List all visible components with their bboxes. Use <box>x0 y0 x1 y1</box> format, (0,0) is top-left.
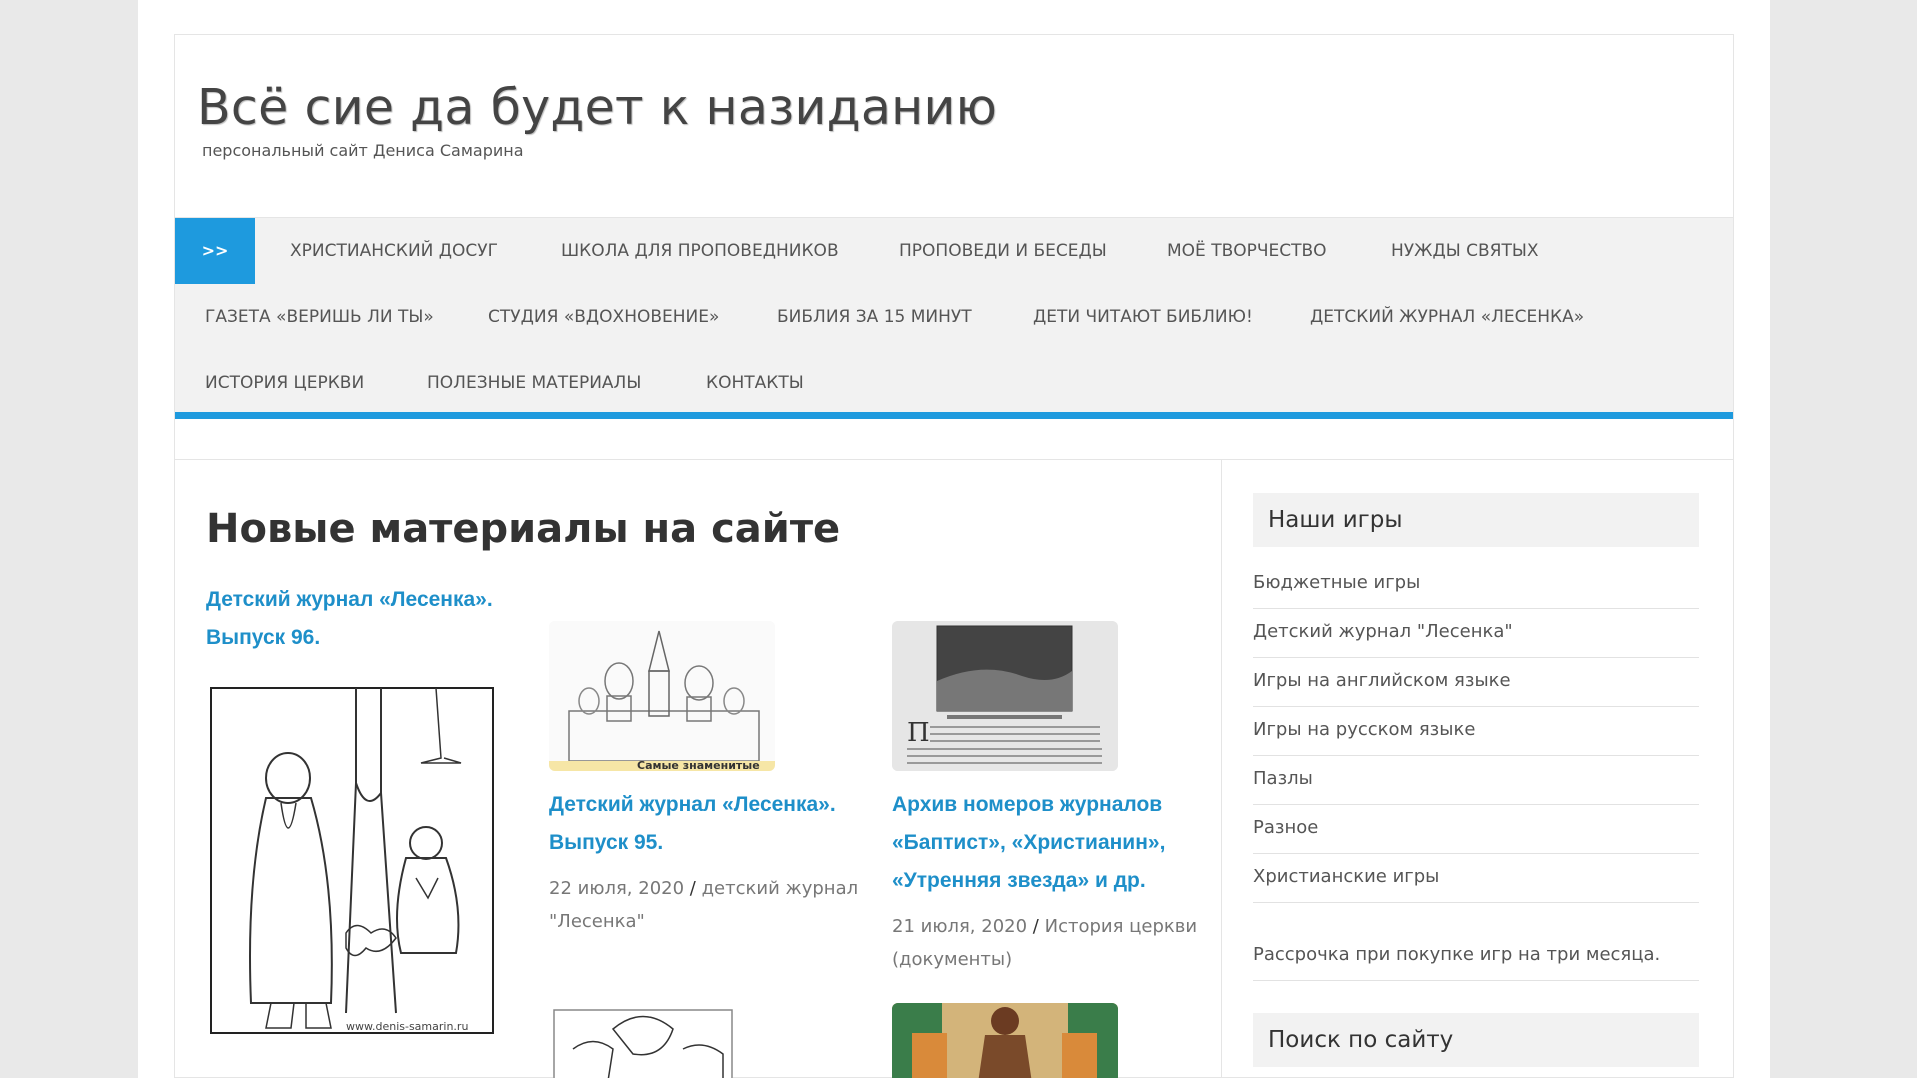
post-category-link[interactable]: История церкви <box>1045 916 1197 937</box>
coloring-fragment-illustration <box>553 1009 733 1078</box>
sidebar-item-misc[interactable]: Разное <box>1253 805 1699 854</box>
nav-item-church-history[interactable]: ИСТОРИЯ ЦЕРКВИ <box>205 350 364 416</box>
site-header: Всё сие да будет к назиданию персональны… <box>175 35 1733 217</box>
post-image-next-coloring[interactable] <box>553 1009 733 1078</box>
nav-item-sermons[interactable]: ПРОПОВЕДИ И БЕСЕДЫ <box>899 218 1107 284</box>
sidebar-item-russian-games[interactable]: Игры на русском языке <box>1253 707 1699 756</box>
post-title-link[interactable]: Детский журнал «Лесенка». Выпуск 96. <box>206 581 493 657</box>
nav-item-kids-magazine[interactable]: ДЕТСКИЙ ЖУРНАЛ «ЛЕСЕНКА» <box>1310 284 1584 350</box>
sidebar-item-christian-games[interactable]: Христианские игры <box>1253 854 1699 903</box>
post-category-link[interactable]: детский журнал <box>702 878 859 899</box>
nav-item-contacts[interactable]: КОНТАКТЫ <box>706 350 804 416</box>
svg-text:П: П <box>907 718 930 748</box>
post-title-link[interactable]: Архив номеров журналов «Баптист», «Христ… <box>892 786 1165 900</box>
nav-item-my-works[interactable]: МОЁ ТВОРЧЕСТВО <box>1167 218 1327 284</box>
post-image-cathedral[interactable]: Самые знаменитые <box>549 621 775 771</box>
post-title-link[interactable]: Детский журнал «Лесенка». Выпуск 95. <box>549 786 836 862</box>
post-title-line[interactable]: Детский журнал «Лесенка». <box>549 786 836 824</box>
post-title-line[interactable]: Архив номеров журналов <box>892 786 1165 824</box>
archive-scan-illustration: П <box>892 621 1118 771</box>
cathedral-illustration <box>549 621 775 771</box>
nav-home-button[interactable]: >> <box>175 218 255 284</box>
nav-item-newspaper[interactable]: ГАЗЕТА «ВЕРИШЬ ЛИ ТЫ» <box>205 284 434 350</box>
nav-item-studio[interactable]: СТУДИЯ «ВДОХНОВЕНИЕ» <box>488 284 719 350</box>
post-date[interactable]: 22 июля, 2020 <box>549 878 684 899</box>
widget-title-search: Поиск по сайту <box>1253 1013 1699 1067</box>
nav-item-bible-15-min[interactable]: БИБЛИЯ ЗА 15 МИНУТ <box>777 284 972 350</box>
post-category-link[interactable]: (документы) <box>892 943 1197 976</box>
post-image-archive[interactable]: П <box>892 621 1118 771</box>
sidebar-item-english-games[interactable]: Игры на английском языке <box>1253 658 1699 707</box>
sidebar-item-budget-games[interactable]: Бюджетные игры <box>1253 560 1699 609</box>
nav-item-christian-leisure[interactable]: ХРИСТИАНСКИЙ ДОСУГ <box>290 218 498 284</box>
sidebar: Наши игры Бюджетные игры Детский журнал … <box>1253 460 1733 1078</box>
main-content: Новые материалы на сайте Детский журнал … <box>175 460 1222 1078</box>
main-navigation: >> ХРИСТИАНСКИЙ ДОСУГ ШКОЛА ДЛЯ ПРОПОВЕД… <box>175 217 1733 419</box>
post-meta: 22 июля, 2020 / детский журнал "Лесенка" <box>549 872 858 938</box>
meta-separator: / <box>689 878 696 899</box>
post-title-line[interactable]: Выпуск 95. <box>549 824 836 862</box>
post-category-link[interactable]: "Лесенка" <box>549 905 858 938</box>
page-wrapper: Всё сие да будет к назиданию персональны… <box>138 0 1770 1078</box>
coloring-page-illustration <box>210 687 494 1034</box>
site-title-link[interactable]: Всё сие да будет к назиданию <box>197 79 997 136</box>
post-title-line[interactable]: Выпуск 96. <box>206 619 493 657</box>
nav-item-needs-of-saints[interactable]: НУЖДЫ СВЯТЫХ <box>1391 218 1539 284</box>
meta-separator: / <box>1032 916 1039 937</box>
post-date[interactable]: 21 июля, 2020 <box>892 916 1027 937</box>
widget-title-games: Наши игры <box>1253 493 1699 547</box>
post-image-coloring-page[interactable]: www.denis-samarin.ru <box>206 683 498 1043</box>
nav-item-useful-materials[interactable]: ПОЛЕЗНЫЕ МАТЕРИАЛЫ <box>427 350 641 416</box>
section-title: Новые материалы на сайте <box>206 506 841 552</box>
post-title-line[interactable]: «Утренняя звезда» и др. <box>892 862 1165 900</box>
sidebar-installment-link[interactable]: Рассрочка при покупке игр на три месяца. <box>1253 932 1699 981</box>
image-watermark: www.denis-samarin.ru <box>346 1020 469 1033</box>
image-caption: Самые знаменитые <box>637 759 760 771</box>
post-title-line[interactable]: Детский журнал «Лесенка». <box>206 581 493 619</box>
site-description: персональный сайт Дениса Самарина <box>202 141 524 160</box>
content-area: Новые материалы на сайте Детский журнал … <box>175 459 1733 1078</box>
site-container: Всё сие да будет к назиданию персональны… <box>174 34 1734 1078</box>
nav-item-children-read-bible[interactable]: ДЕТИ ЧИТАЮТ БИБЛИЮ! <box>1033 284 1253 350</box>
sidebar-item-kids-magazine[interactable]: Детский журнал "Лесенка" <box>1253 609 1699 658</box>
nav-item-preachers-school[interactable]: ШКОЛА ДЛЯ ПРОПОВЕДНИКОВ <box>561 218 839 284</box>
sidebar-item-puzzles[interactable]: Пазлы <box>1253 756 1699 805</box>
post-image-drawing[interactable] <box>892 1003 1118 1078</box>
children-drawing-illustration <box>892 1003 1118 1078</box>
post-meta: 21 июля, 2020 / История церкви (документ… <box>892 910 1197 976</box>
post-title-line[interactable]: «Баптист», «Христианин», <box>892 824 1165 862</box>
